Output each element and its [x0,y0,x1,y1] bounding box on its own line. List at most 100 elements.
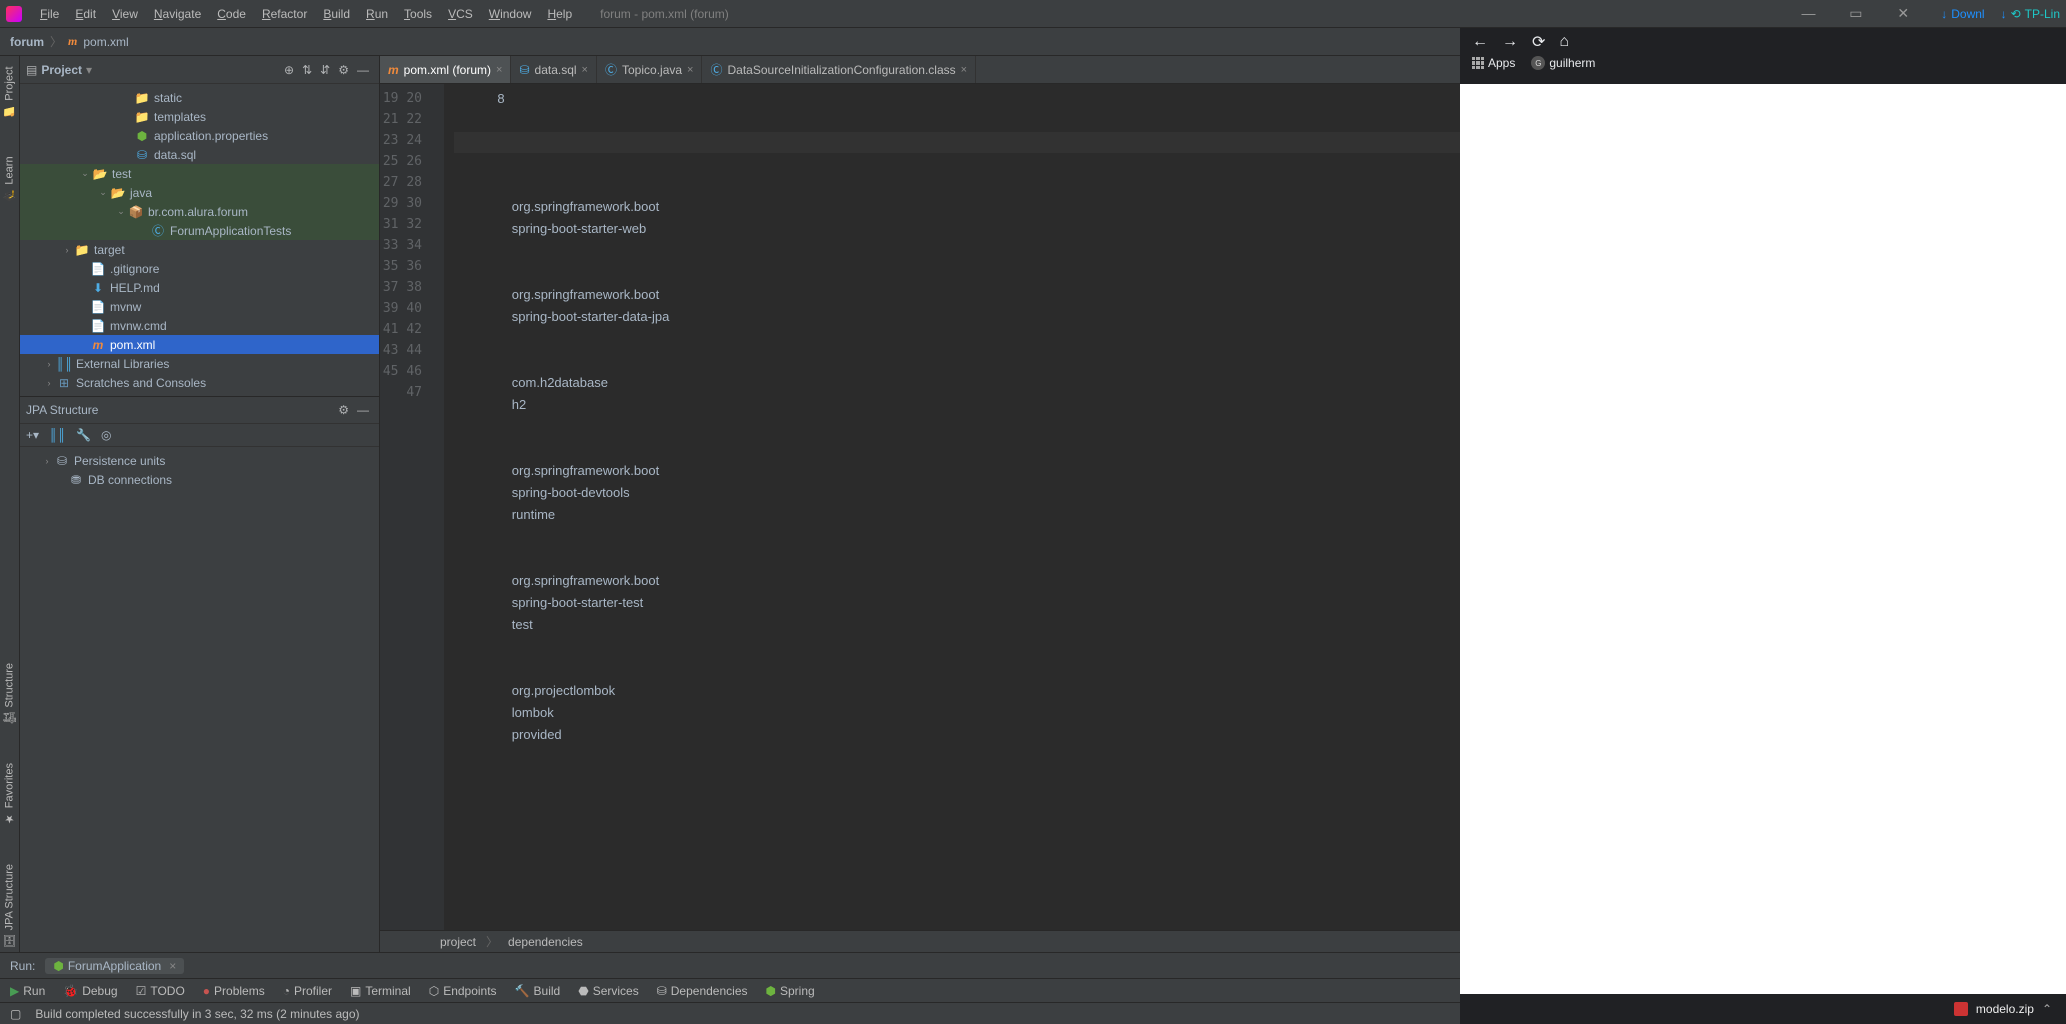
tab-close-icon[interactable]: × [961,64,967,76]
tree-folder-test[interactable]: ⌄📂test [20,164,379,183]
menu-tools[interactable]: Tools [396,7,440,21]
jpa-tree[interactable]: ›⛁Persistence units ⛃DB connections [20,447,379,493]
download-chevron-icon[interactable]: ⌃ [2042,1002,2052,1016]
jpa-persistence-units[interactable]: ›⛁Persistence units [20,451,379,470]
jpa-hide-icon[interactable]: — [353,403,373,417]
breadcrumb-root[interactable]: forum [10,35,44,49]
left-tool-window-bar: 📁 Project 🎓 Learn 🏗 Structure ★ Favorite… [0,56,20,952]
download-indicator[interactable]: Downl [1941,7,1984,21]
code-content[interactable]: 8 org.springframework.boot spring-boot-s… [444,84,1626,930]
tree-file-pom-xml[interactable]: mpom.xml [20,335,379,354]
tplink-indicator[interactable]: ⟲ TP-Lin [2001,7,2060,21]
tab-close-icon[interactable]: × [496,64,502,76]
browser-chrome-overlay: ← → ⟳ ⌂ Apps Gguilherm [1460,28,2066,84]
run-tab-forum-application[interactable]: ⬢ForumApplication× [45,958,184,974]
menu-vcs[interactable]: VCS [440,7,481,21]
bottom-tab-debug[interactable]: 🐞Debug [63,984,117,998]
tool-tab-jpa-structure[interactable]: 🗄 JPA Structure [3,860,16,952]
jpa-add-icon[interactable]: +▾ [26,428,39,442]
bottom-tab-profiler[interactable]: ◔Profiler [283,984,332,998]
editor-tab[interactable]: ⒸTopico.java× [597,56,703,83]
close-icon[interactable]: ✕ [1881,5,1925,22]
menu-refactor[interactable]: Refactor [254,7,315,21]
bottom-tab-terminal[interactable]: ▣Terminal [350,984,411,998]
editor-breadcrumb[interactable]: project〉dependencies [380,930,1626,952]
tool-tab-project[interactable]: 📁 Project [3,62,16,122]
editor-tabs: mpom.xml (forum)×⛁data.sql×ⒸTopico.java×… [380,56,1626,84]
tree-file-forum-application-tests[interactable]: ⒸForumApplicationTests [20,221,379,240]
tab-close-icon[interactable]: × [582,64,588,76]
browser-profile-button[interactable]: Gguilherm [1531,56,1595,70]
bottom-tab-dependencies[interactable]: ⛁Dependencies [657,984,748,998]
menu-code[interactable]: Code [209,7,254,21]
tree-file-data-sql[interactable]: ⛁data.sql [20,145,379,164]
bottom-tab-endpoints[interactable]: ⬡Endpoints [429,984,497,998]
editor-area: mpom.xml (forum)×⛁data.sql×ⒸTopico.java×… [380,56,1626,952]
editor-tab[interactable]: ⛁data.sql× [511,56,597,83]
download-filename[interactable]: modelo.zip [1976,1002,2034,1016]
panel-hide-icon[interactable]: — [353,63,373,77]
panel-settings-icon[interactable]: ⚙ [334,63,353,77]
menu-window[interactable]: Window [481,7,540,21]
tree-package[interactable]: ⌄📦br.com.alura.forum [20,202,379,221]
line-number-gutter[interactable]: 19 20 21 22 23 24 25 26 27 28 29 30 31 3… [380,84,430,930]
tree-file-mvnw[interactable]: 📄mvnw [20,297,379,316]
menu-file[interactable]: File [32,7,67,21]
status-tool-windows-icon[interactable]: ▢ [10,1007,21,1021]
browser-back-icon[interactable]: ← [1472,33,1488,51]
tree-folder-java[interactable]: ⌄📂java [20,183,379,202]
bottom-tab-todo[interactable]: ☑TODO [136,984,185,998]
browser-home-icon[interactable]: ⌂ [1559,33,1569,51]
jpa-diagram-icon[interactable]: ║║ [49,428,66,442]
nav-breadcrumb[interactable]: forum 〉 m pom.xml [10,33,129,50]
select-opened-file-icon[interactable]: ⊕ [280,63,298,77]
expand-all-icon[interactable]: ⇅ [298,63,316,77]
collapse-all-icon[interactable]: ⇵ [316,63,334,77]
menu-build[interactable]: Build [315,7,358,21]
fold-gutter[interactable] [430,84,444,930]
breadcrumb-file[interactable]: pom.xml [83,35,128,49]
bottom-tab-spring[interactable]: ⬢Spring [766,984,815,998]
tree-folder-templates[interactable]: 📁templates [20,107,379,126]
browser-content-area[interactable] [1460,84,2066,1012]
browser-downloads-bar[interactable]: modelo.zip ⌃ [1460,994,2066,1024]
menu-edit[interactable]: Edit [67,7,104,21]
tree-file-help-md[interactable]: ⬇HELP.md [20,278,379,297]
project-tree[interactable]: 📁static 📁templates ⬢application.properti… [20,84,379,396]
editor-tab[interactable]: ⒸDataSourceInitializationConfiguration.c… [702,56,976,83]
tree-folder-target[interactable]: ›📁target [20,240,379,259]
browser-reload-icon[interactable]: ⟳ [1532,32,1545,52]
editor-tab[interactable]: mpom.xml (forum)× [380,56,511,83]
browser-apps-button[interactable]: Apps [1472,56,1515,70]
tool-tab-structure[interactable]: 🏗 Structure [3,659,16,730]
bottom-tab-services[interactable]: ⬣Services [578,984,639,998]
tool-tab-learn[interactable]: 🎓 Learn [3,152,16,206]
menu-help[interactable]: Help [539,7,580,21]
jpa-panel-title[interactable]: JPA Structure [26,403,98,417]
tree-file-application-properties[interactable]: ⬢application.properties [20,126,379,145]
jpa-db-connections[interactable]: ⛃DB connections [20,470,379,489]
browser-forward-icon[interactable]: → [1502,33,1518,51]
code-editor[interactable]: 19 20 21 22 23 24 25 26 27 28 29 30 31 3… [380,84,1626,930]
tree-file-mvnw-cmd[interactable]: 📄mvnw.cmd [20,316,379,335]
menu-navigate[interactable]: Navigate [146,7,209,21]
tool-tab-favorites[interactable]: ★ Favorites [3,759,16,829]
maximize-icon[interactable]: ▭ [1834,5,1878,22]
app-logo-icon [6,6,22,22]
window-title: forum - pom.xml (forum) [600,7,729,21]
tab-close-icon[interactable]: × [687,64,693,76]
jpa-wrench-icon[interactable]: 🔧 [76,428,91,442]
tree-external-libraries[interactable]: ›║║External Libraries [20,354,379,373]
tree-file-gitignore[interactable]: 📄.gitignore [20,259,379,278]
bottom-tab-build[interactable]: 🔨Build [515,984,561,998]
menu-view[interactable]: View [104,7,146,21]
jpa-settings-icon[interactable]: ⚙ [334,403,353,417]
bottom-tab-run[interactable]: ▶Run [10,984,45,998]
project-panel-title[interactable]: Project [41,63,82,77]
minimize-icon[interactable]: — [1787,5,1831,21]
bottom-tab-problems[interactable]: ●Problems [203,984,265,998]
jpa-target-icon[interactable]: ◎ [101,428,111,442]
tree-scratches[interactable]: ›⊞Scratches and Consoles [20,373,379,392]
menu-run[interactable]: Run [358,7,396,21]
tree-folder-static[interactable]: 📁static [20,88,379,107]
